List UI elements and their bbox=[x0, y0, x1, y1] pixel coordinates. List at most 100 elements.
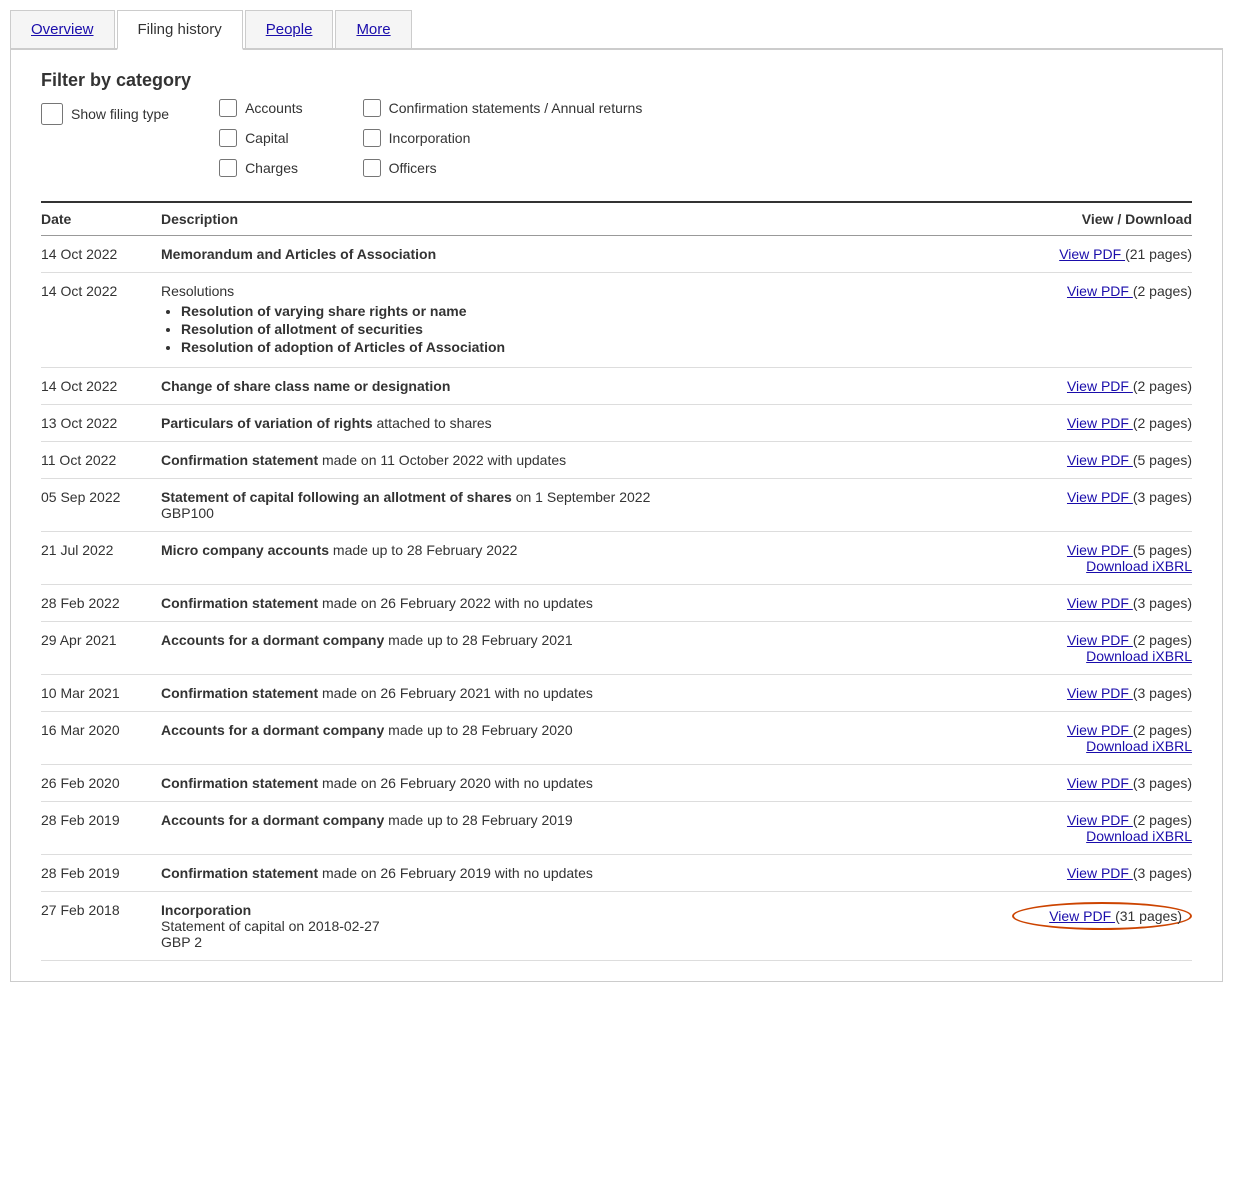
row-description: Particulars of variation of rights attac… bbox=[161, 405, 1012, 442]
resolution-item: Resolution of adoption of Articles of As… bbox=[181, 339, 1012, 355]
row-date: 26 Feb 2020 bbox=[41, 765, 161, 802]
view-pdf-link[interactable]: View PDF (2 pages) bbox=[1012, 812, 1192, 828]
row-description: Confirmation statement made on 26 Februa… bbox=[161, 585, 1012, 622]
filter-confirmation: Confirmation statements / Annual returns bbox=[363, 99, 643, 117]
row-date: 27 Feb 2018 bbox=[41, 892, 161, 961]
description-bold: Confirmation statement bbox=[161, 865, 318, 881]
filter-col-2: Confirmation statements / Annual returns… bbox=[363, 99, 643, 177]
description-bold: Statement of capital following an allotm… bbox=[161, 489, 512, 505]
row-view-download: View PDF (2 pages)Download iXBRL bbox=[1012, 802, 1192, 855]
row-description: Accounts for a dormant company made up t… bbox=[161, 712, 1012, 765]
accounts-checkbox[interactable] bbox=[219, 99, 237, 117]
description-line: GBP100 bbox=[161, 505, 1012, 521]
filter-title: Filter by category bbox=[41, 70, 1192, 91]
view-pdf-link[interactable]: View PDF (2 pages) bbox=[1012, 378, 1192, 394]
description-bold: Accounts for a dormant company bbox=[161, 722, 384, 738]
capital-checkbox[interactable] bbox=[219, 129, 237, 147]
table-row: 10 Mar 2021Confirmation statement made o… bbox=[41, 675, 1192, 712]
description-rest: made up to 28 February 2019 bbox=[384, 812, 572, 828]
row-date: 28 Feb 2019 bbox=[41, 855, 161, 892]
tab-filing-history[interactable]: Filing history bbox=[117, 10, 243, 50]
tab-overview[interactable]: Overview bbox=[10, 10, 115, 48]
description-rest: made up to 28 February 2020 bbox=[384, 722, 572, 738]
row-view-download: View PDF (2 pages)Download iXBRL bbox=[1012, 622, 1192, 675]
description-bold: Confirmation statement bbox=[161, 775, 318, 791]
view-pdf-link[interactable]: View PDF (3 pages) bbox=[1012, 685, 1192, 701]
row-date: 16 Mar 2020 bbox=[41, 712, 161, 765]
view-pdf-link[interactable]: View PDF (3 pages) bbox=[1012, 595, 1192, 611]
tab-more[interactable]: More bbox=[335, 10, 411, 48]
row-description: Confirmation statement made on 11 Octobe… bbox=[161, 442, 1012, 479]
filter-accounts: Accounts bbox=[219, 99, 303, 117]
description-rest: made up to 28 February 2021 bbox=[384, 632, 572, 648]
filing-table: Date Description View / Download 14 Oct … bbox=[41, 201, 1192, 961]
view-pdf-link[interactable]: View PDF (3 pages) bbox=[1012, 489, 1192, 505]
description-rest: on 1 September 2022 bbox=[512, 489, 651, 505]
description-bold: Accounts for a dormant company bbox=[161, 812, 384, 828]
header-description: Description bbox=[161, 202, 1012, 236]
view-pdf-link[interactable]: View PDF (5 pages) bbox=[1012, 452, 1192, 468]
description-bold: Particulars of variation of rights bbox=[161, 415, 373, 431]
download-ixbrl-link[interactable]: Download iXBRL bbox=[1012, 648, 1192, 664]
charges-checkbox[interactable] bbox=[219, 159, 237, 177]
description-rest: made up to 28 February 2022 bbox=[329, 542, 517, 558]
view-pdf-link[interactable]: View PDF (5 pages) bbox=[1012, 542, 1192, 558]
row-view-download: View PDF (3 pages) bbox=[1012, 585, 1192, 622]
row-view-download: View PDF (2 pages) bbox=[1012, 405, 1192, 442]
header-view-download: View / Download bbox=[1012, 202, 1192, 236]
tab-people[interactable]: People bbox=[245, 10, 334, 48]
row-view-download: View PDF (2 pages) bbox=[1012, 273, 1192, 368]
table-row: 28 Feb 2019Confirmation statement made o… bbox=[41, 855, 1192, 892]
main-content: Filter by category Show filing type Acco… bbox=[10, 50, 1223, 982]
row-description: Micro company accounts made up to 28 Feb… bbox=[161, 532, 1012, 585]
description-rest: made on 26 February 2019 with no updates bbox=[318, 865, 593, 881]
row-view-download: View PDF (5 pages)Download iXBRL bbox=[1012, 532, 1192, 585]
description-bold: Incorporation bbox=[161, 902, 251, 918]
description-bold: Memorandum and Articles of Association bbox=[161, 246, 436, 262]
view-pdf-link[interactable]: View PDF (31 pages) bbox=[1012, 902, 1192, 930]
row-description: Accounts for a dormant company made up t… bbox=[161, 622, 1012, 675]
filter-charges: Charges bbox=[219, 159, 303, 177]
row-date: 14 Oct 2022 bbox=[41, 368, 161, 405]
filter-officers: Officers bbox=[363, 159, 643, 177]
description-bold: Micro company accounts bbox=[161, 542, 329, 558]
view-pdf-link[interactable]: View PDF (2 pages) bbox=[1012, 722, 1192, 738]
view-pdf-link[interactable]: View PDF (21 pages) bbox=[1012, 246, 1192, 262]
description-line: Statement of capital on 2018-02-27 bbox=[161, 918, 1012, 934]
show-filing-type-checkbox[interactable] bbox=[41, 103, 63, 125]
table-row: 13 Oct 2022Particulars of variation of r… bbox=[41, 405, 1192, 442]
row-description: ResolutionsResolution of varying share r… bbox=[161, 273, 1012, 368]
table-row: 27 Feb 2018IncorporationStatement of cap… bbox=[41, 892, 1192, 961]
description-rest: made on 26 February 2020 with no updates bbox=[318, 775, 593, 791]
table-row: 14 Oct 2022Memorandum and Articles of As… bbox=[41, 236, 1192, 273]
row-date: 05 Sep 2022 bbox=[41, 479, 161, 532]
download-ixbrl-link[interactable]: Download iXBRL bbox=[1012, 828, 1192, 844]
view-pdf-link[interactable]: View PDF (3 pages) bbox=[1012, 775, 1192, 791]
download-ixbrl-link[interactable]: Download iXBRL bbox=[1012, 558, 1192, 574]
resolution-item: Resolution of allotment of securities bbox=[181, 321, 1012, 337]
row-date: 11 Oct 2022 bbox=[41, 442, 161, 479]
confirmation-checkbox[interactable] bbox=[363, 99, 381, 117]
view-pdf-link[interactable]: View PDF (2 pages) bbox=[1012, 632, 1192, 648]
officers-label: Officers bbox=[389, 160, 437, 176]
description-bold: Confirmation statement bbox=[161, 452, 318, 468]
row-description: Accounts for a dormant company made up t… bbox=[161, 802, 1012, 855]
download-ixbrl-link[interactable]: Download iXBRL bbox=[1012, 738, 1192, 754]
officers-checkbox[interactable] bbox=[363, 159, 381, 177]
accounts-label: Accounts bbox=[245, 100, 303, 116]
row-date: 28 Feb 2022 bbox=[41, 585, 161, 622]
table-row: 14 Oct 2022Change of share class name or… bbox=[41, 368, 1192, 405]
row-date: 14 Oct 2022 bbox=[41, 273, 161, 368]
row-date: 28 Feb 2019 bbox=[41, 802, 161, 855]
view-pdf-link[interactable]: View PDF (2 pages) bbox=[1012, 415, 1192, 431]
row-date: 29 Apr 2021 bbox=[41, 622, 161, 675]
row-description: Change of share class name or designatio… bbox=[161, 368, 1012, 405]
incorporation-checkbox[interactable] bbox=[363, 129, 381, 147]
description-line: GBP 2 bbox=[161, 934, 1012, 950]
row-description: Confirmation statement made on 26 Februa… bbox=[161, 675, 1012, 712]
view-pdf-link[interactable]: View PDF (2 pages) bbox=[1012, 283, 1192, 299]
filter-capital: Capital bbox=[219, 129, 303, 147]
description-bold: Change of share class name or designatio… bbox=[161, 378, 450, 394]
row-view-download: View PDF (3 pages) bbox=[1012, 855, 1192, 892]
view-pdf-link[interactable]: View PDF (3 pages) bbox=[1012, 865, 1192, 881]
